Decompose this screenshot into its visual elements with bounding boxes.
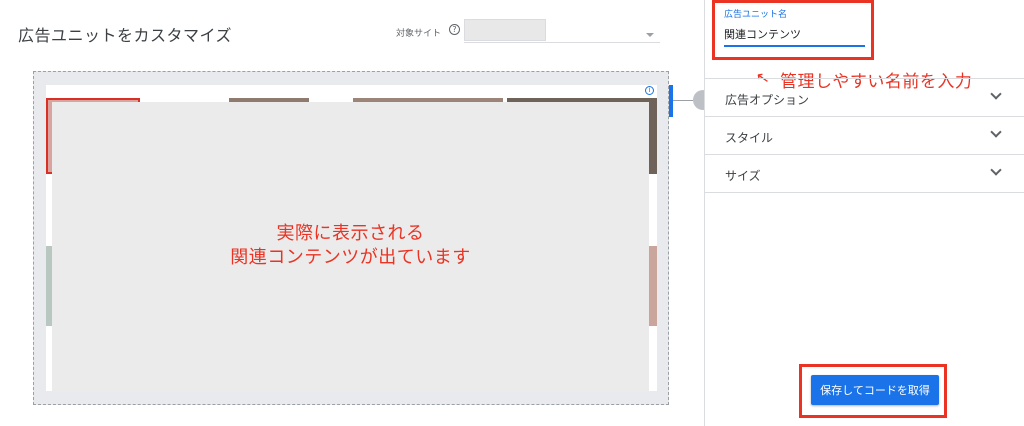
site-select[interactable] bbox=[464, 19, 546, 41]
section-ad-options[interactable]: 広告オプション bbox=[705, 78, 1024, 116]
chevron-down-icon bbox=[990, 164, 1002, 176]
chevron-down-icon bbox=[990, 88, 1002, 100]
info-icon[interactable]: i bbox=[645, 86, 654, 95]
help-icon[interactable]: ? bbox=[449, 24, 460, 35]
section-label: スタイル bbox=[725, 131, 774, 145]
overlay-line: 関連コンテンツが出ています bbox=[230, 247, 471, 268]
resize-line bbox=[673, 100, 693, 101]
page-title: 広告ユニットをカスタマイズ bbox=[18, 26, 233, 45]
settings-panel bbox=[704, 0, 1024, 426]
section-size[interactable]: サイズ bbox=[705, 154, 1024, 192]
ad-unit-name-input[interactable] bbox=[724, 24, 864, 44]
overlay-line: 実際に表示される bbox=[276, 223, 425, 244]
chevron-down-icon bbox=[990, 126, 1002, 138]
caret-down-icon[interactable] bbox=[646, 33, 654, 37]
section-divider bbox=[705, 192, 1024, 193]
section-label: 広告オプション bbox=[725, 93, 810, 107]
name-field-label: 広告ユニット名 bbox=[724, 10, 788, 20]
resize-track bbox=[669, 85, 673, 117]
site-label: 対象サイト bbox=[396, 29, 442, 39]
overlay-caption: 実際に表示される 関連コンテンツが出ています bbox=[52, 222, 649, 270]
section-style[interactable]: スタイル bbox=[705, 116, 1024, 154]
section-label: サイズ bbox=[725, 169, 761, 183]
select-underline bbox=[464, 42, 660, 43]
save-and-get-code-button[interactable]: 保存してコードを取得 bbox=[811, 375, 939, 405]
input-underline bbox=[724, 45, 865, 47]
